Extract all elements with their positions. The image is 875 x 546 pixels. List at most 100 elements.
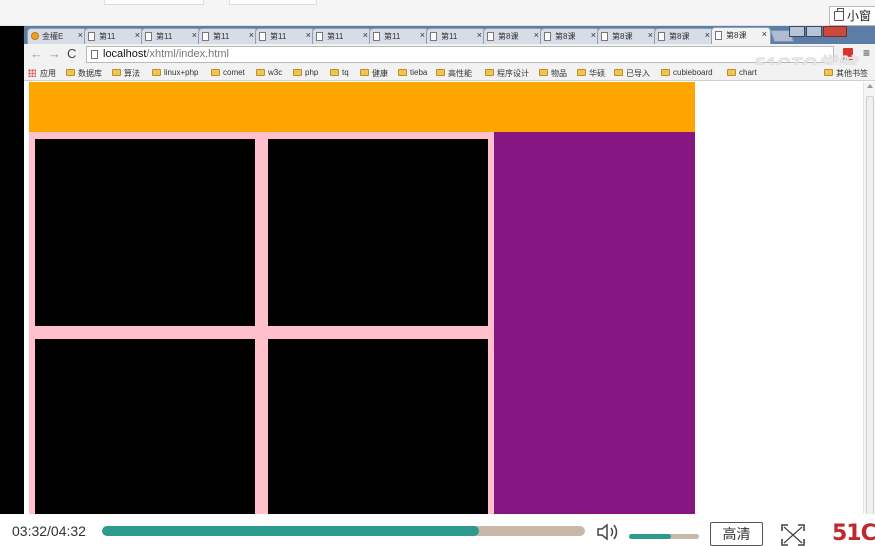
tab-label: 第8课 — [726, 31, 747, 40]
page-favicon-icon — [601, 32, 608, 41]
forward-arrow-icon[interactable]: → — [48, 46, 61, 62]
browser-tab[interactable]: 金權E × — [27, 28, 87, 44]
page-favicon-icon — [658, 32, 665, 41]
tab-close-icon[interactable]: × — [591, 30, 596, 40]
page-favicon-icon — [544, 32, 551, 41]
page-favicon-icon — [145, 32, 152, 41]
volume-fill — [629, 534, 671, 539]
tab-close-icon[interactable]: × — [762, 29, 767, 39]
browser-window: 金權E × 第11 × 第11 × 第11 × 第11 × 第11 × 第11 × 第11 × 第8课 × 第8课 ×… — [24, 26, 875, 514]
page-favicon-icon — [430, 32, 437, 41]
progress-bar[interactable] — [102, 526, 585, 536]
tab-close-icon[interactable]: × — [78, 30, 83, 40]
apps-grid-icon — [28, 69, 36, 77]
folder-icon — [66, 69, 75, 76]
bookmark-label: tq — [342, 68, 349, 77]
bookmark-item[interactable]: tieba — [398, 68, 427, 77]
folder-icon — [152, 69, 161, 76]
bookmark-item[interactable]: 数据库 — [66, 68, 102, 79]
bookmark-item[interactable]: chart — [727, 68, 757, 77]
tab-close-icon[interactable]: × — [420, 30, 425, 40]
browser-tab[interactable]: 第8课 × — [483, 28, 543, 44]
browser-tab[interactable]: 第8课 × — [597, 28, 657, 44]
popout-window-button[interactable]: 小窗 — [828, 6, 875, 26]
progress-fill — [102, 526, 479, 536]
menu-icon[interactable]: ≡ — [863, 46, 870, 60]
tab-close-icon[interactable]: × — [363, 30, 368, 40]
tab-close-icon[interactable]: × — [534, 30, 539, 40]
bookmark-item[interactable]: 算法 — [112, 68, 140, 79]
bookmark-label: 健康 — [372, 69, 388, 78]
maximize-button[interactable] — [806, 26, 822, 37]
bookmark-label: tieba — [410, 68, 428, 77]
tab-label: 第8课 — [555, 32, 576, 41]
tab-close-icon[interactable]: × — [477, 30, 482, 40]
bookmark-label: linux+php — [164, 68, 199, 77]
fullscreen-icon[interactable] — [781, 524, 805, 546]
bookmark-item[interactable]: linux+php — [152, 68, 198, 77]
vertical-scrollbar[interactable] — [863, 82, 875, 514]
bookmark-label: php — [305, 68, 319, 77]
tab-close-icon[interactable]: × — [249, 30, 254, 40]
close-window-button[interactable] — [823, 26, 847, 37]
tab-close-icon[interactable]: × — [192, 30, 197, 40]
address-host: localhost — [103, 48, 147, 60]
folder-icon — [360, 69, 369, 76]
address-bar[interactable]: localhost/xhtml/index.html — [86, 46, 834, 63]
reload-icon[interactable]: C — [67, 46, 76, 62]
tab-label: 第11 — [327, 32, 344, 41]
bookmark-item[interactable]: 高性能 — [436, 68, 472, 79]
tab-close-icon[interactable]: × — [135, 30, 140, 40]
browser-tab[interactable]: 第11 × — [141, 28, 201, 44]
folder-icon — [824, 69, 833, 76]
speaker-icon[interactable] — [596, 522, 622, 542]
content-box-3 — [35, 339, 255, 514]
bookmark-item[interactable]: 应用 — [28, 68, 56, 79]
tab-label: 金權E — [42, 32, 64, 41]
bookmark-label: 数据库 — [78, 69, 102, 78]
tab-close-icon[interactable]: × — [306, 30, 311, 40]
minimize-button[interactable] — [789, 26, 805, 37]
bookmark-item[interactable]: w3c — [256, 68, 282, 77]
browser-tab[interactable]: 第8课 × — [711, 27, 771, 44]
browser-tab[interactable]: 第8课 × — [654, 28, 714, 44]
browser-tab[interactable]: 第11 × — [426, 28, 486, 44]
bookmark-label: 已导入 — [626, 69, 650, 78]
tv-icon — [833, 8, 844, 21]
scrollbar-thumb[interactable] — [866, 96, 874, 514]
content-box-1 — [35, 139, 255, 326]
folder-icon — [256, 69, 265, 76]
tab-label: 第8课 — [612, 32, 633, 41]
volume-slider[interactable] — [629, 534, 699, 539]
bookmark-item[interactable]: 其他书签 — [824, 68, 868, 79]
bookmark-item[interactable]: 物品 — [539, 68, 567, 79]
tab-close-icon[interactable]: × — [705, 30, 710, 40]
bookmark-item[interactable]: 程序设计 — [485, 68, 529, 79]
page-favicon-icon — [373, 32, 380, 41]
content-area — [29, 132, 494, 514]
bookmark-item[interactable]: 华硕 — [577, 68, 605, 79]
content-box-4 — [268, 339, 488, 514]
browser-tab[interactable]: 第11 × — [312, 28, 372, 44]
browser-toolbar: ← → C localhost/xhtml/index.html ≡ — [24, 44, 875, 65]
page-favicon-icon — [88, 32, 95, 41]
tab-label: 第8课 — [669, 32, 690, 41]
scroll-up-arrow-icon[interactable] — [867, 84, 873, 88]
bookmark-item[interactable]: 已导入 — [614, 68, 650, 79]
bookmark-item[interactable]: comet — [211, 68, 245, 77]
browser-tab[interactable]: 第11 × — [84, 28, 144, 44]
bookmark-item[interactable]: 健康 — [360, 68, 388, 79]
browser-tab[interactable]: 第11 × — [369, 28, 429, 44]
quality-button[interactable]: 高清 — [710, 522, 763, 546]
bookmark-label: 算法 — [124, 69, 140, 78]
browser-tab[interactable]: 第11 × — [198, 28, 258, 44]
browser-tab[interactable]: 第8课 × — [540, 28, 600, 44]
folder-icon — [614, 69, 623, 76]
bookmark-item[interactable]: cubieboard — [661, 68, 713, 77]
bookmark-item[interactable]: tq — [330, 68, 349, 77]
bookmark-label: cubieboard — [673, 68, 713, 77]
browser-tab[interactable]: 第11 × — [255, 28, 315, 44]
tab-close-icon[interactable]: × — [648, 30, 653, 40]
back-arrow-icon[interactable]: ← — [30, 46, 43, 62]
bookmark-item[interactable]: php — [293, 68, 318, 77]
